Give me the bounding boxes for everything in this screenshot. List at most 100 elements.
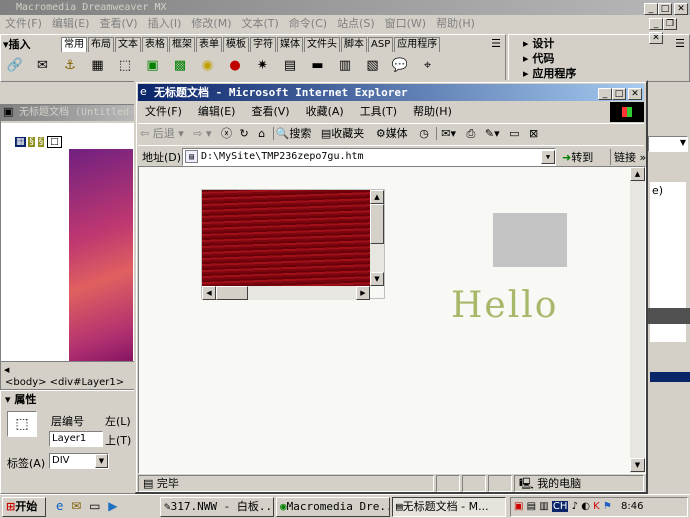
- script-marker-icon[interactable]: §: [37, 137, 45, 147]
- draw-layer-icon[interactable]: ⬚: [116, 57, 134, 75]
- outlook-launch-icon[interactable]: ✉: [71, 499, 81, 513]
- ie-launch-icon[interactable]: e: [56, 499, 63, 513]
- navigation-bar-icon[interactable]: ▤: [281, 57, 299, 75]
- dropdown-arrow-icon[interactable]: ▼: [95, 454, 108, 468]
- dropdown-arrow-icon[interactable]: ▼: [541, 150, 555, 164]
- dw-menu-command[interactable]: 命令(C): [284, 15, 332, 33]
- layer-hscroll[interactable]: ◀ ▶: [202, 286, 370, 300]
- minimize-icon[interactable]: _: [598, 88, 612, 100]
- refresh-icon[interactable]: ↻: [238, 127, 251, 140]
- go-button[interactable]: ➜转到: [562, 149, 593, 165]
- task-ie[interactable]: ▤无标题文档 - M...: [392, 497, 506, 517]
- dw-menu-view[interactable]: 查看(V): [94, 15, 142, 33]
- dw-menu-text[interactable]: 文本(T): [236, 15, 283, 33]
- tabular-data-icon[interactable]: ▧: [364, 57, 382, 75]
- ie-forward-button[interactable]: ⇨ ▾: [189, 127, 215, 140]
- options-menu-icon[interactable]: ☰: [491, 37, 501, 50]
- dw-menu-help[interactable]: 帮助(H): [431, 15, 480, 33]
- email-link-icon[interactable]: ✉: [34, 57, 52, 75]
- ie-menu-view[interactable]: 查看(V): [246, 102, 294, 122]
- tray-monitor-icon[interactable]: ▤: [527, 501, 536, 512]
- layer-anchor-icon[interactable]: □: [47, 136, 62, 148]
- dw-menu-insert[interactable]: 插入(I): [143, 15, 187, 33]
- doc-restore-icon[interactable]: ❐: [663, 18, 677, 30]
- tab-forms[interactable]: 表单: [196, 37, 222, 52]
- messenger-icon[interactable]: ⊠: [526, 127, 541, 140]
- tab-media[interactable]: 媒体: [277, 37, 303, 52]
- tag-select[interactable]: DIV ▼: [49, 453, 109, 469]
- horizontal-rule-icon[interactable]: ▬: [309, 57, 327, 75]
- layer-marker-icon[interactable]: ▦: [15, 137, 26, 147]
- scroll-left-icon[interactable]: ◀: [202, 286, 216, 300]
- insert-bar-header[interactable]: ▾插入: [3, 36, 31, 52]
- dw-menu-modify[interactable]: 修改(M): [186, 15, 236, 33]
- tab-templates[interactable]: 模板: [223, 37, 249, 52]
- image-placeholder-icon[interactable]: ▩: [171, 57, 189, 75]
- scroll-thumb[interactable]: [216, 286, 248, 300]
- edit-icon[interactable]: ✎▾: [482, 127, 503, 140]
- discuss-icon[interactable]: ▭: [506, 127, 522, 140]
- media-launch-icon[interactable]: ▶: [108, 499, 117, 513]
- maximize-icon[interactable]: □: [612, 88, 626, 100]
- tag-chooser-icon[interactable]: ⌖: [419, 57, 437, 75]
- home-icon[interactable]: ⌂: [254, 127, 269, 140]
- fireworks-icon[interactable]: ◉: [199, 57, 217, 75]
- table-icon[interactable]: ▦: [89, 57, 107, 75]
- ie-menu-tools[interactable]: 工具(T): [355, 102, 402, 122]
- tab-layout[interactable]: 布局: [88, 37, 114, 52]
- right-dropdown[interactable]: ▼: [648, 136, 688, 152]
- ie-menu-edit[interactable]: 编辑(E): [193, 102, 241, 122]
- close-icon[interactable]: ✕: [628, 88, 642, 100]
- ie-favorites-button[interactable]: ▤收藏夹: [317, 127, 368, 140]
- ime-indicator[interactable]: CH: [551, 501, 569, 512]
- close-icon[interactable]: ✕: [674, 3, 688, 15]
- tab-script[interactable]: 脚本: [341, 37, 367, 52]
- ie-menu-help[interactable]: 帮助(H): [408, 102, 457, 122]
- scrollable-layer[interactable]: ▲ ▼ ◀ ▶: [201, 189, 385, 300]
- tray-volume-icon[interactable]: ◐: [581, 501, 590, 512]
- tab-asp[interactable]: ASP: [368, 37, 394, 52]
- tray-app-icon[interactable]: ▣: [514, 501, 523, 512]
- dw-menu-edit[interactable]: 编辑(E): [47, 15, 95, 33]
- scroll-up-icon[interactable]: ▲: [630, 167, 645, 181]
- flash-icon[interactable]: ●: [226, 57, 244, 75]
- maximize-icon[interactable]: □: [658, 3, 672, 15]
- dw-menu-window[interactable]: 窗口(W): [380, 15, 431, 33]
- task-dreamweaver[interactable]: ◉Macromedia Dre...: [276, 497, 390, 517]
- tray-flag-icon[interactable]: ⚑: [603, 501, 612, 512]
- options-menu-icon[interactable]: ☰: [675, 37, 685, 50]
- dw-menu-site[interactable]: 站点(S): [332, 15, 380, 33]
- address-input[interactable]: ▤ D:\MySite\TMP236zepo7gu.htm ▼: [182, 148, 556, 166]
- ie-back-button[interactable]: ⇦ 后退 ▾: [138, 127, 186, 140]
- dw-menu-file[interactable]: 文件(F): [0, 15, 47, 33]
- mail-icon[interactable]: ✉▾: [436, 127, 461, 140]
- scroll-left-icon[interactable]: ◀: [1, 366, 9, 374]
- tray-network-icon[interactable]: ▥: [539, 501, 548, 512]
- image-icon[interactable]: ▣: [144, 57, 162, 75]
- task-whiteboard[interactable]: ✎317.NWW - 白板...: [160, 497, 274, 517]
- start-button[interactable]: ⊞开始: [2, 497, 46, 517]
- ie-menu-favorites[interactable]: 收藏(A): [301, 102, 349, 122]
- script-marker-icon[interactable]: §: [28, 137, 35, 147]
- scroll-thumb[interactable]: [370, 204, 384, 244]
- rollover-icon[interactable]: ✷: [254, 57, 272, 75]
- scroll-up-icon[interactable]: ▲: [370, 190, 384, 204]
- layer-id-input[interactable]: Layer1: [49, 431, 103, 447]
- doc-minimize-icon[interactable]: _: [649, 18, 663, 30]
- hyperlink-icon[interactable]: 🔗: [6, 57, 24, 75]
- tray-antivirus-icon[interactable]: K: [593, 501, 600, 512]
- ie-search-button[interactable]: 🔍搜索: [272, 127, 314, 140]
- links-button[interactable]: 链接 »: [610, 149, 646, 165]
- tab-characters[interactable]: 字符: [250, 37, 276, 52]
- comment-icon[interactable]: 💬: [391, 57, 409, 75]
- properties-header[interactable]: ▾ 属性: [1, 391, 135, 408]
- tab-application[interactable]: 应用程序: [394, 37, 441, 52]
- tab-text[interactable]: 文本: [115, 37, 141, 52]
- tag-selector[interactable]: <body> <div#Layer1>: [5, 377, 124, 388]
- history-icon[interactable]: ◷: [415, 127, 433, 140]
- named-anchor-icon[interactable]: ⚓: [61, 57, 79, 75]
- print-icon[interactable]: ⎙: [464, 127, 479, 140]
- ie-menu-file[interactable]: 文件(F): [140, 102, 187, 122]
- tab-frames[interactable]: 框架: [169, 37, 195, 52]
- date-icon[interactable]: ▥: [336, 57, 354, 75]
